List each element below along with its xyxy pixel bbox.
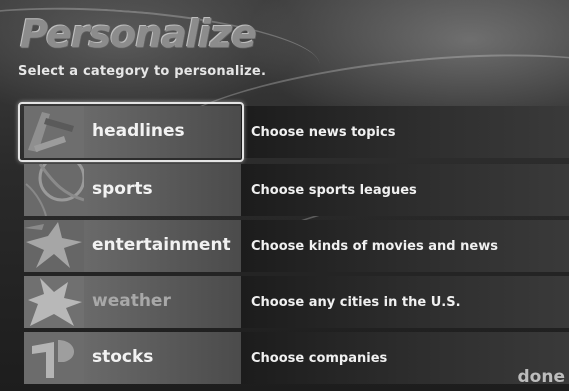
category-row-entertainment[interactable]: entertainment Choose kinds of movies and…	[18, 218, 569, 274]
category-description: Choose companies	[251, 351, 388, 366]
page-title: Personalize	[20, 12, 257, 56]
stocks-icon	[24, 332, 84, 384]
category-row-headlines[interactable]: headlines Choose news topics	[18, 102, 569, 162]
category-label: sports	[92, 179, 153, 199]
category-label: entertainment	[92, 235, 231, 255]
personalize-screen: Personalize Select a category to persona…	[0, 0, 569, 391]
sports-icon	[24, 164, 84, 216]
page-subtitle: Select a category to personalize.	[18, 64, 267, 79]
selection-highlight	[18, 102, 244, 162]
entertainment-icon	[24, 220, 84, 272]
done-button[interactable]: done	[518, 367, 565, 387]
category-description: Choose sports leagues	[251, 183, 417, 198]
category-row-weather[interactable]: weather Choose any cities in the U.S.	[18, 274, 569, 330]
category-description: Choose news topics	[251, 125, 396, 140]
weather-icon	[24, 276, 84, 328]
category-row-stocks[interactable]: stocks Choose companies	[18, 330, 569, 386]
category-description: Choose any cities in the U.S.	[251, 295, 461, 310]
category-row-sports[interactable]: sports Choose sports leagues	[18, 162, 569, 218]
category-label: stocks	[92, 347, 154, 367]
category-description: Choose kinds of movies and news	[251, 239, 498, 254]
category-label: weather	[92, 291, 171, 311]
